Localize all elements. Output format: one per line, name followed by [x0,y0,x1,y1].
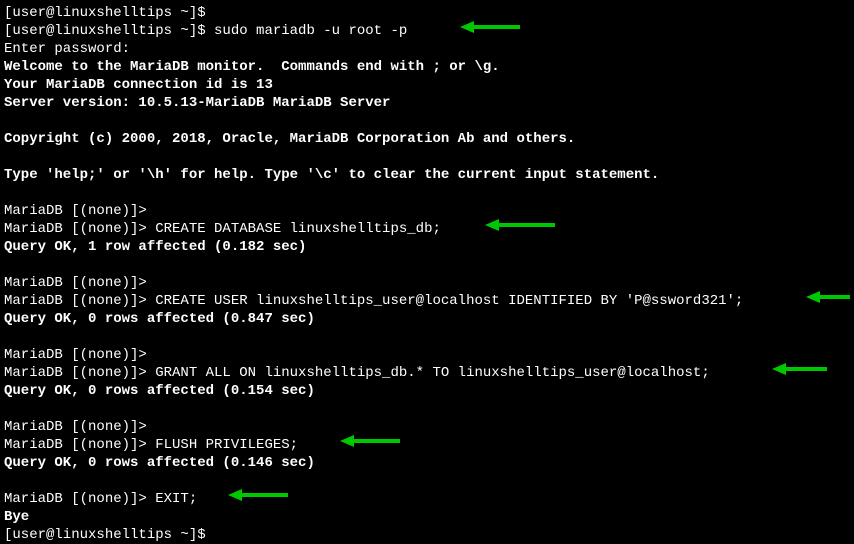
terminal-line: MariaDB [(none)]> EXIT; [4,490,850,508]
terminal-line: MariaDB [(none)]> GRANT ALL ON linuxshel… [4,364,850,382]
arrow-left-icon [228,488,288,502]
terminal-line: Query OK, 1 row affected (0.182 sec) [4,238,850,256]
terminal-line [4,112,850,130]
arrow-left-icon [485,218,555,232]
terminal-line: Query OK, 0 rows affected (0.847 sec) [4,310,850,328]
terminal-output: [user@linuxshelltips ~]$[user@linuxshell… [4,4,850,544]
terminal-line: MariaDB [(none)]> FLUSH PRIVILEGES; [4,436,850,454]
terminal-line: Your MariaDB connection id is 13 [4,76,850,94]
arrow-left-icon [460,20,520,34]
terminal-line: Type 'help;' or '\h' for help. Type '\c'… [4,166,850,184]
terminal-line: MariaDB [(none)]> CREATE USER linuxshell… [4,292,850,310]
terminal-line: MariaDB [(none)]> [4,274,850,292]
terminal-line [4,148,850,166]
terminal-line: Bye [4,508,850,526]
terminal-line: MariaDB [(none)]> CREATE DATABASE linuxs… [4,220,850,238]
terminal-line: [user@linuxshelltips ~]$ [4,4,850,22]
terminal-line: [user@linuxshelltips ~]$ [4,526,850,544]
terminal-line [4,400,850,418]
terminal-line [4,472,850,490]
terminal-line: Copyright (c) 2000, 2018, Oracle, MariaD… [4,130,850,148]
terminal-line [4,184,850,202]
terminal-line: MariaDB [(none)]> [4,346,850,364]
arrow-left-icon [772,362,827,376]
arrow-left-icon [340,434,400,448]
terminal-line: Query OK, 0 rows affected (0.146 sec) [4,454,850,472]
arrow-left-icon [806,290,850,304]
terminal-line: MariaDB [(none)]> [4,202,850,220]
terminal-line [4,256,850,274]
terminal-line: Welcome to the MariaDB monitor. Commands… [4,58,850,76]
terminal-line [4,328,850,346]
terminal-line: MariaDB [(none)]> [4,418,850,436]
terminal-line: [user@linuxshelltips ~]$ sudo mariadb -u… [4,22,850,40]
terminal-line: Server version: 10.5.13-MariaDB MariaDB … [4,94,850,112]
terminal-line: Query OK, 0 rows affected (0.154 sec) [4,382,850,400]
terminal-line: Enter password: [4,40,850,58]
